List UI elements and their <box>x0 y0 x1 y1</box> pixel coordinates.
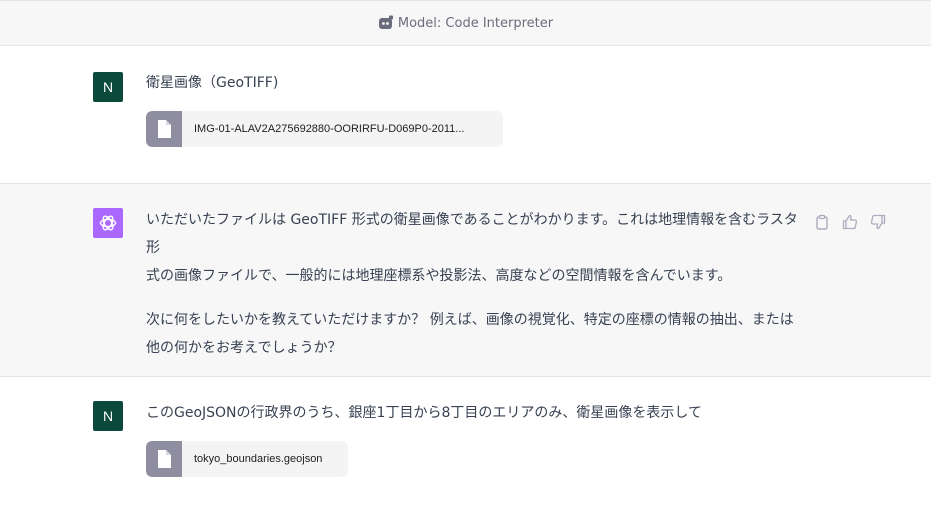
model-label: Model: Code Interpreter <box>397 15 554 31</box>
assistant-paragraph: いただいたファイルは GeoTIFF 形式の衛星画像であることがわかります。これ… <box>146 212 798 284</box>
user-message: N このGeoJSONの行政界のうち、銀座1丁目から8丁目のエリアのみ、衛星画像… <box>0 377 931 505</box>
assistant-paragraph: 次に何をしたいかを教えていただけますか？ 例えば、画像の視覚化、特定の座標の情報… <box>146 312 794 356</box>
file-attachment[interactable]: IMG-01-ALAV2A275692880-OORIRFU-D069P0-20… <box>146 111 503 147</box>
file-icon <box>146 111 182 147</box>
thumbs-down-icon[interactable] <box>868 212 888 232</box>
openai-logo-icon <box>99 215 117 231</box>
code-interpreter-icon <box>378 15 394 31</box>
user-avatar: N <box>93 401 123 431</box>
assistant-message: いただいたファイルは GeoTIFF 形式の衛星画像であることがわかります。これ… <box>0 183 931 377</box>
thumbs-up-icon[interactable] <box>840 212 860 232</box>
file-name: tokyo_boundaries.geojson <box>194 453 323 465</box>
file-icon <box>146 441 182 477</box>
assistant-message-text: いただいたファイルは GeoTIFF 形式の衛星画像であることがわかります。これ… <box>146 206 806 362</box>
user-avatar: N <box>93 72 123 102</box>
user-message-text: 衛星画像（GeoTIFF) <box>146 75 279 91</box>
file-attachment[interactable]: tokyo_boundaries.geojson <box>146 441 348 477</box>
user-message-text: このGeoJSONの行政界のうち、銀座1丁目から8丁目のエリアのみ、衛星画像を表… <box>146 405 702 421</box>
file-name: IMG-01-ALAV2A275692880-OORIRFU-D069P0-20… <box>194 123 465 135</box>
model-bar: Model: Code Interpreter <box>0 0 931 46</box>
assistant-avatar <box>93 208 123 238</box>
user-message: N 衛星画像（GeoTIFF) IMG-01-ALAV2A275692880-O… <box>0 46 931 183</box>
message-actions <box>812 212 888 232</box>
clipboard-icon[interactable] <box>812 212 832 232</box>
